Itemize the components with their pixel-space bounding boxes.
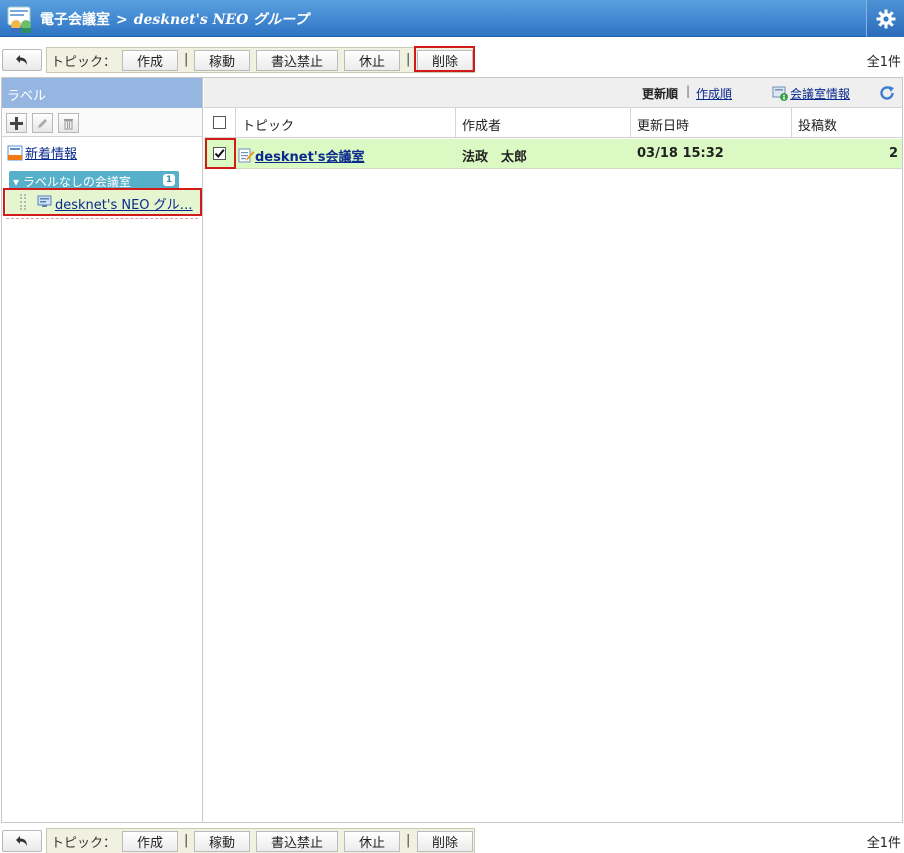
app-name[interactable]: 電子会議室: [40, 12, 110, 28]
select-all-checkbox[interactable]: [213, 116, 226, 129]
back-button[interactable]: [2, 49, 42, 71]
pause-button[interactable]: 休止: [344, 831, 400, 852]
drag-handle[interactable]: [20, 194, 26, 210]
toolbar-divider: |: [406, 833, 411, 848]
label-group-header[interactable]: ▾ ラベルなしの会議室 1: [9, 171, 179, 189]
readonly-button[interactable]: 書込禁止: [256, 831, 338, 852]
select-all-cell: [204, 108, 236, 138]
room-icon: [37, 195, 52, 212]
new-info-icon: [7, 145, 23, 160]
new-info-link[interactable]: 新着情報: [7, 143, 77, 162]
main-frame: ラベル 新着情報 ▾ ラベルなしの会議室 1 desknet's NEO グル……: [1, 77, 903, 823]
create-button[interactable]: 作成: [122, 831, 178, 852]
delete-button[interactable]: 削除: [417, 831, 473, 852]
room-link[interactable]: desknet's NEO グル…: [55, 194, 195, 213]
operate-button[interactable]: 稼動: [194, 50, 250, 71]
sidebar-tools: [2, 108, 202, 137]
column-header-topic[interactable]: トピック: [236, 108, 456, 138]
sidebar-item-room[interactable]: desknet's NEO グル…: [6, 190, 202, 215]
create-button[interactable]: 作成: [122, 50, 178, 71]
topic-cell: desknet's会議室: [236, 139, 456, 169]
label-group-name: ラベルなしの会議室: [22, 175, 131, 189]
label-sidebar: ラベル 新着情報 ▾ ラベルなしの会議室 1 desknet's NEO グル…: [2, 78, 203, 822]
room-info-link[interactable]: 会議室情報: [790, 85, 850, 102]
title-separator: >: [116, 12, 128, 28]
row-select-cell: [204, 139, 236, 169]
conference-room-app-icon: [6, 5, 36, 33]
posts-cell: 2: [888, 146, 898, 161]
top-toolbar: トピック： 作成 | 稼動 書込禁止 休止 | 削除 全1件: [0, 45, 904, 75]
room-info-icon: [772, 85, 788, 105]
operate-button[interactable]: 稼動: [194, 831, 250, 852]
pause-button[interactable]: 休止: [344, 50, 400, 71]
back-arrow-icon: [16, 55, 27, 65]
delete-label-button[interactable]: [58, 113, 79, 133]
sort-by-update[interactable]: 更新順: [642, 85, 678, 102]
toolbar-divider: |: [184, 833, 189, 848]
caret-down-icon: ▾: [13, 175, 20, 189]
sidebar-heading: ラベル: [2, 78, 202, 108]
readonly-button[interactable]: 書込禁止: [256, 50, 338, 71]
topic-edit-icon: [238, 148, 255, 163]
new-info-label[interactable]: 新着情報: [25, 143, 77, 162]
bottom-toolbar: トピック： 作成 | 稼動 書込禁止 休止 | 削除 全1件: [0, 826, 904, 853]
toolbar-divider: |: [406, 52, 411, 67]
item-count: 全1件: [866, 55, 901, 70]
updated-cell: 03/18 15:32: [637, 146, 724, 161]
topic-action-group: トピック： 作成 | 稼動 書込禁止 休止 | 削除: [46, 828, 475, 853]
gear-icon: [876, 9, 895, 28]
trash-icon: [64, 118, 73, 129]
group-name: desknet's NEO グループ: [133, 12, 309, 28]
column-header-author[interactable]: 作成者: [456, 108, 631, 138]
sidebar-divider: [6, 218, 198, 219]
topic-list-panel: 更新順 | 作成順 会議室情報 トピック 作成者 更新日時 投稿数 deskne…: [204, 78, 902, 822]
refresh-button[interactable]: [878, 84, 896, 106]
topic-label: トピック：: [51, 55, 117, 70]
topic-action-group: トピック： 作成 | 稼動 書込禁止 休止 | 削除: [46, 47, 475, 73]
back-arrow-icon: [16, 836, 27, 846]
sort-by-create-link[interactable]: 作成順: [696, 85, 732, 102]
label-group-count: 1: [163, 174, 175, 186]
author-cell: 法政 太郎: [462, 150, 528, 165]
delete-button[interactable]: 削除: [417, 50, 473, 71]
table-header: トピック 作成者 更新日時 投稿数: [204, 108, 902, 138]
column-header-updated[interactable]: 更新日時: [631, 108, 792, 138]
plus-icon: [10, 116, 23, 130]
table-row[interactable]: desknet's会議室 法政 太郎 03/18 15:32 2: [204, 139, 902, 169]
topic-label: トピック：: [51, 836, 117, 851]
add-label-button[interactable]: [6, 113, 27, 133]
pencil-icon: [38, 118, 47, 128]
app-header: 電子会議室 > desknet's NEO グループ: [0, 0, 904, 37]
sort-bar: 更新順 | 作成順 会議室情報: [204, 78, 902, 108]
toolbar-divider: |: [184, 52, 189, 67]
column-header-posts[interactable]: 投稿数: [792, 108, 902, 138]
row-checkbox[interactable]: [213, 147, 226, 160]
refresh-icon: [880, 86, 894, 100]
checkmark-icon: [214, 149, 225, 159]
topic-link[interactable]: desknet's会議室: [255, 150, 365, 165]
edit-label-button[interactable]: [32, 113, 53, 133]
settings-button[interactable]: [866, 0, 904, 37]
page-title: 電子会議室 > desknet's NEO グループ: [40, 9, 308, 29]
back-button[interactable]: [2, 830, 42, 852]
sort-separator: |: [686, 84, 691, 98]
item-count: 全1件: [866, 836, 901, 851]
